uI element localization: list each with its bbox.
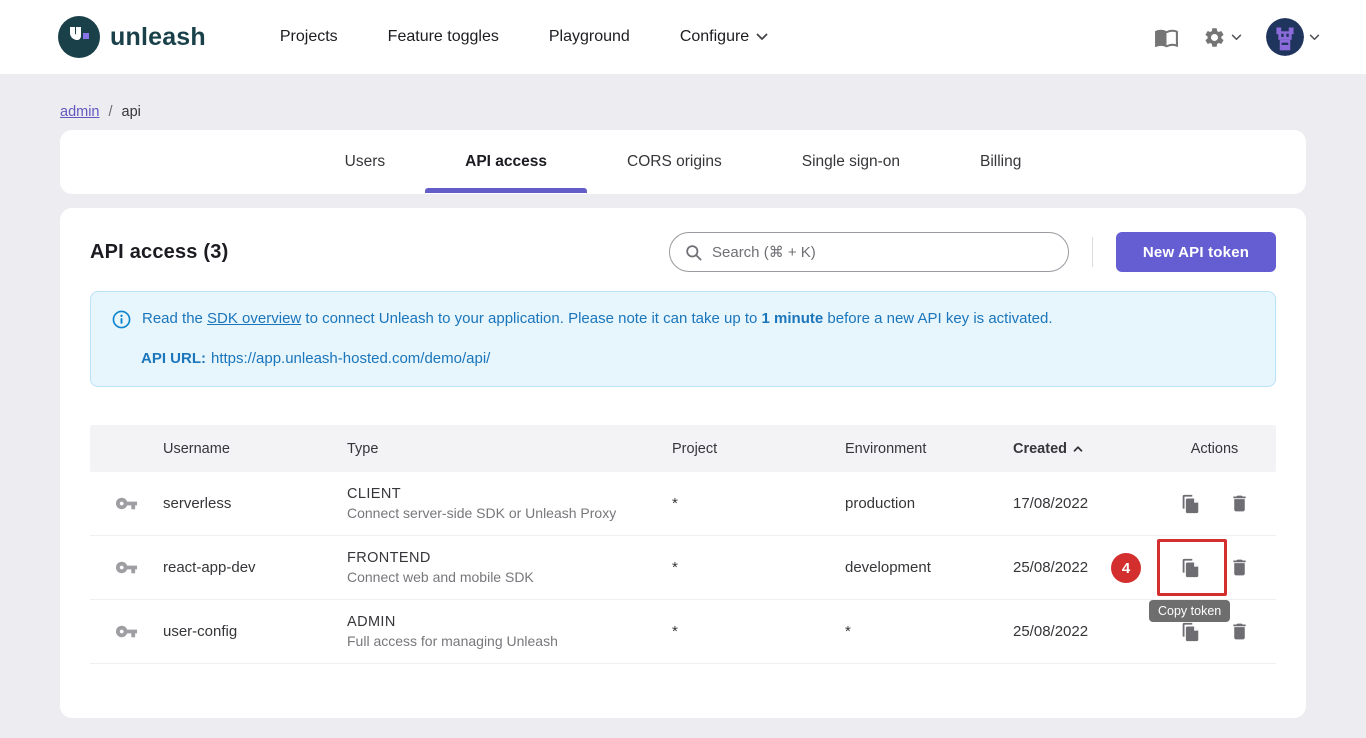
sdk-overview-link[interactable]: SDK overview: [207, 310, 301, 327]
copy-token-tooltip: Copy token: [1149, 600, 1230, 622]
settings-menu-button[interactable]: [1203, 26, 1242, 49]
search-box[interactable]: [669, 232, 1069, 272]
copy-token-button[interactable]: [1178, 620, 1202, 644]
token-environment: *: [845, 623, 1013, 640]
token-created-date: 17/08/2022: [1013, 495, 1153, 512]
table-row: react-app-dev FRONTEND Connect web and mo…: [90, 536, 1276, 600]
alert-text: Read the SDK overview to connect Unleash…: [142, 308, 1053, 329]
token-project: *: [672, 559, 845, 576]
api-access-panel: API access (3) New API token Read the SD…: [60, 208, 1306, 718]
trash-icon: [1229, 621, 1250, 642]
nav-feature-toggles[interactable]: Feature toggles: [388, 28, 499, 46]
delete-token-button[interactable]: [1227, 556, 1251, 580]
api-url-line: API URL: https://app.unleash-hosted.com/d…: [141, 348, 1255, 369]
chevron-down-icon: [756, 33, 768, 41]
copy-icon: [1179, 557, 1201, 579]
copy-token-button[interactable]: [1178, 492, 1202, 516]
search-icon: [684, 243, 703, 262]
api-tokens-table: Username Type Project Environment Create…: [90, 425, 1276, 664]
avatar: [1266, 18, 1304, 56]
nav-configure[interactable]: Configure: [680, 28, 768, 46]
col-username[interactable]: Username: [163, 441, 347, 457]
annotation-step-badge: 4: [1111, 553, 1141, 583]
col-type[interactable]: Type: [347, 441, 672, 457]
col-project[interactable]: Project: [672, 441, 845, 457]
unleash-logo-icon: [58, 16, 100, 58]
gear-icon: [1203, 26, 1226, 49]
trash-icon: [1229, 557, 1250, 578]
table-row: serverless CLIENT Connect server-side SDK…: [90, 472, 1276, 536]
token-type-description: Connect server-side SDK or Unleash Proxy: [347, 505, 672, 521]
token-project: *: [672, 623, 845, 640]
token-type: FRONTEND: [347, 550, 672, 566]
brand-name: unleash: [110, 23, 206, 52]
api-url-value: https://app.unleash-hosted.com/demo/api/: [211, 350, 490, 367]
col-environment[interactable]: Environment: [845, 441, 1013, 457]
token-username: react-app-dev: [163, 559, 347, 576]
table-header-row: Username Type Project Environment Create…: [90, 425, 1276, 472]
col-created-sorted[interactable]: Created: [1013, 441, 1153, 457]
token-environment: development: [845, 559, 1013, 576]
admin-tabs: Users API access CORS origins Single sig…: [60, 130, 1306, 194]
sort-ascending-icon: [1071, 442, 1085, 456]
api-url-label: API URL:: [141, 350, 206, 367]
tab-single-sign-on[interactable]: Single sign-on: [762, 130, 940, 194]
sdk-info-alert: Read the SDK overview to connect Unleash…: [90, 291, 1276, 387]
page-title: API access (3): [90, 241, 228, 264]
user-menu-button[interactable]: [1266, 18, 1320, 56]
col-actions: Actions: [1153, 441, 1276, 457]
breadcrumb-current: api: [122, 104, 141, 120]
token-created-date: 25/08/2022: [1013, 623, 1153, 640]
search-input[interactable]: [712, 244, 1054, 261]
trash-icon: [1229, 493, 1250, 514]
breadcrumb: admin / api: [0, 74, 1366, 130]
chevron-down-icon: [1231, 34, 1242, 41]
breadcrumb-separator: /: [109, 104, 113, 120]
token-type: CLIENT: [347, 486, 672, 502]
table-row: user-config ADMIN Full access for managin…: [90, 600, 1276, 664]
key-icon: [115, 556, 138, 579]
info-icon: [111, 309, 132, 330]
tab-billing[interactable]: Billing: [940, 130, 1061, 194]
token-environment: production: [845, 495, 1013, 512]
chevron-down-icon: [1309, 34, 1320, 41]
book-icon: [1154, 25, 1179, 50]
header-divider: [1092, 237, 1093, 267]
unleash-logo[interactable]: unleash: [58, 16, 206, 58]
main-nav: Projects Feature toggles Playground Conf…: [280, 28, 768, 46]
top-navigation-bar: unleash Projects Feature toggles Playgro…: [0, 0, 1366, 74]
new-api-token-button[interactable]: New API token: [1116, 232, 1276, 272]
token-type-description: Full access for managing Unleash: [347, 633, 672, 649]
copy-icon: [1179, 493, 1201, 515]
breadcrumb-admin-link[interactable]: admin: [60, 104, 100, 120]
delete-token-button[interactable]: [1227, 620, 1251, 644]
key-icon: [115, 492, 138, 515]
active-tab-indicator: [425, 188, 587, 193]
tab-api-access[interactable]: API access: [425, 130, 587, 194]
tab-cors-origins[interactable]: CORS origins: [587, 130, 762, 194]
copy-token-button[interactable]: [1178, 556, 1202, 580]
token-type: ADMIN: [347, 614, 672, 630]
token-username: serverless: [163, 495, 347, 512]
documentation-button[interactable]: [1154, 25, 1179, 50]
key-icon: [115, 620, 138, 643]
delete-token-button[interactable]: [1227, 492, 1251, 516]
tab-users[interactable]: Users: [305, 130, 425, 194]
token-type-description: Connect web and mobile SDK: [347, 569, 672, 585]
token-project: *: [672, 495, 845, 512]
nav-projects[interactable]: Projects: [280, 28, 338, 46]
nav-playground[interactable]: Playground: [549, 28, 630, 46]
token-username: user-config: [163, 623, 347, 640]
copy-icon: [1179, 621, 1201, 643]
